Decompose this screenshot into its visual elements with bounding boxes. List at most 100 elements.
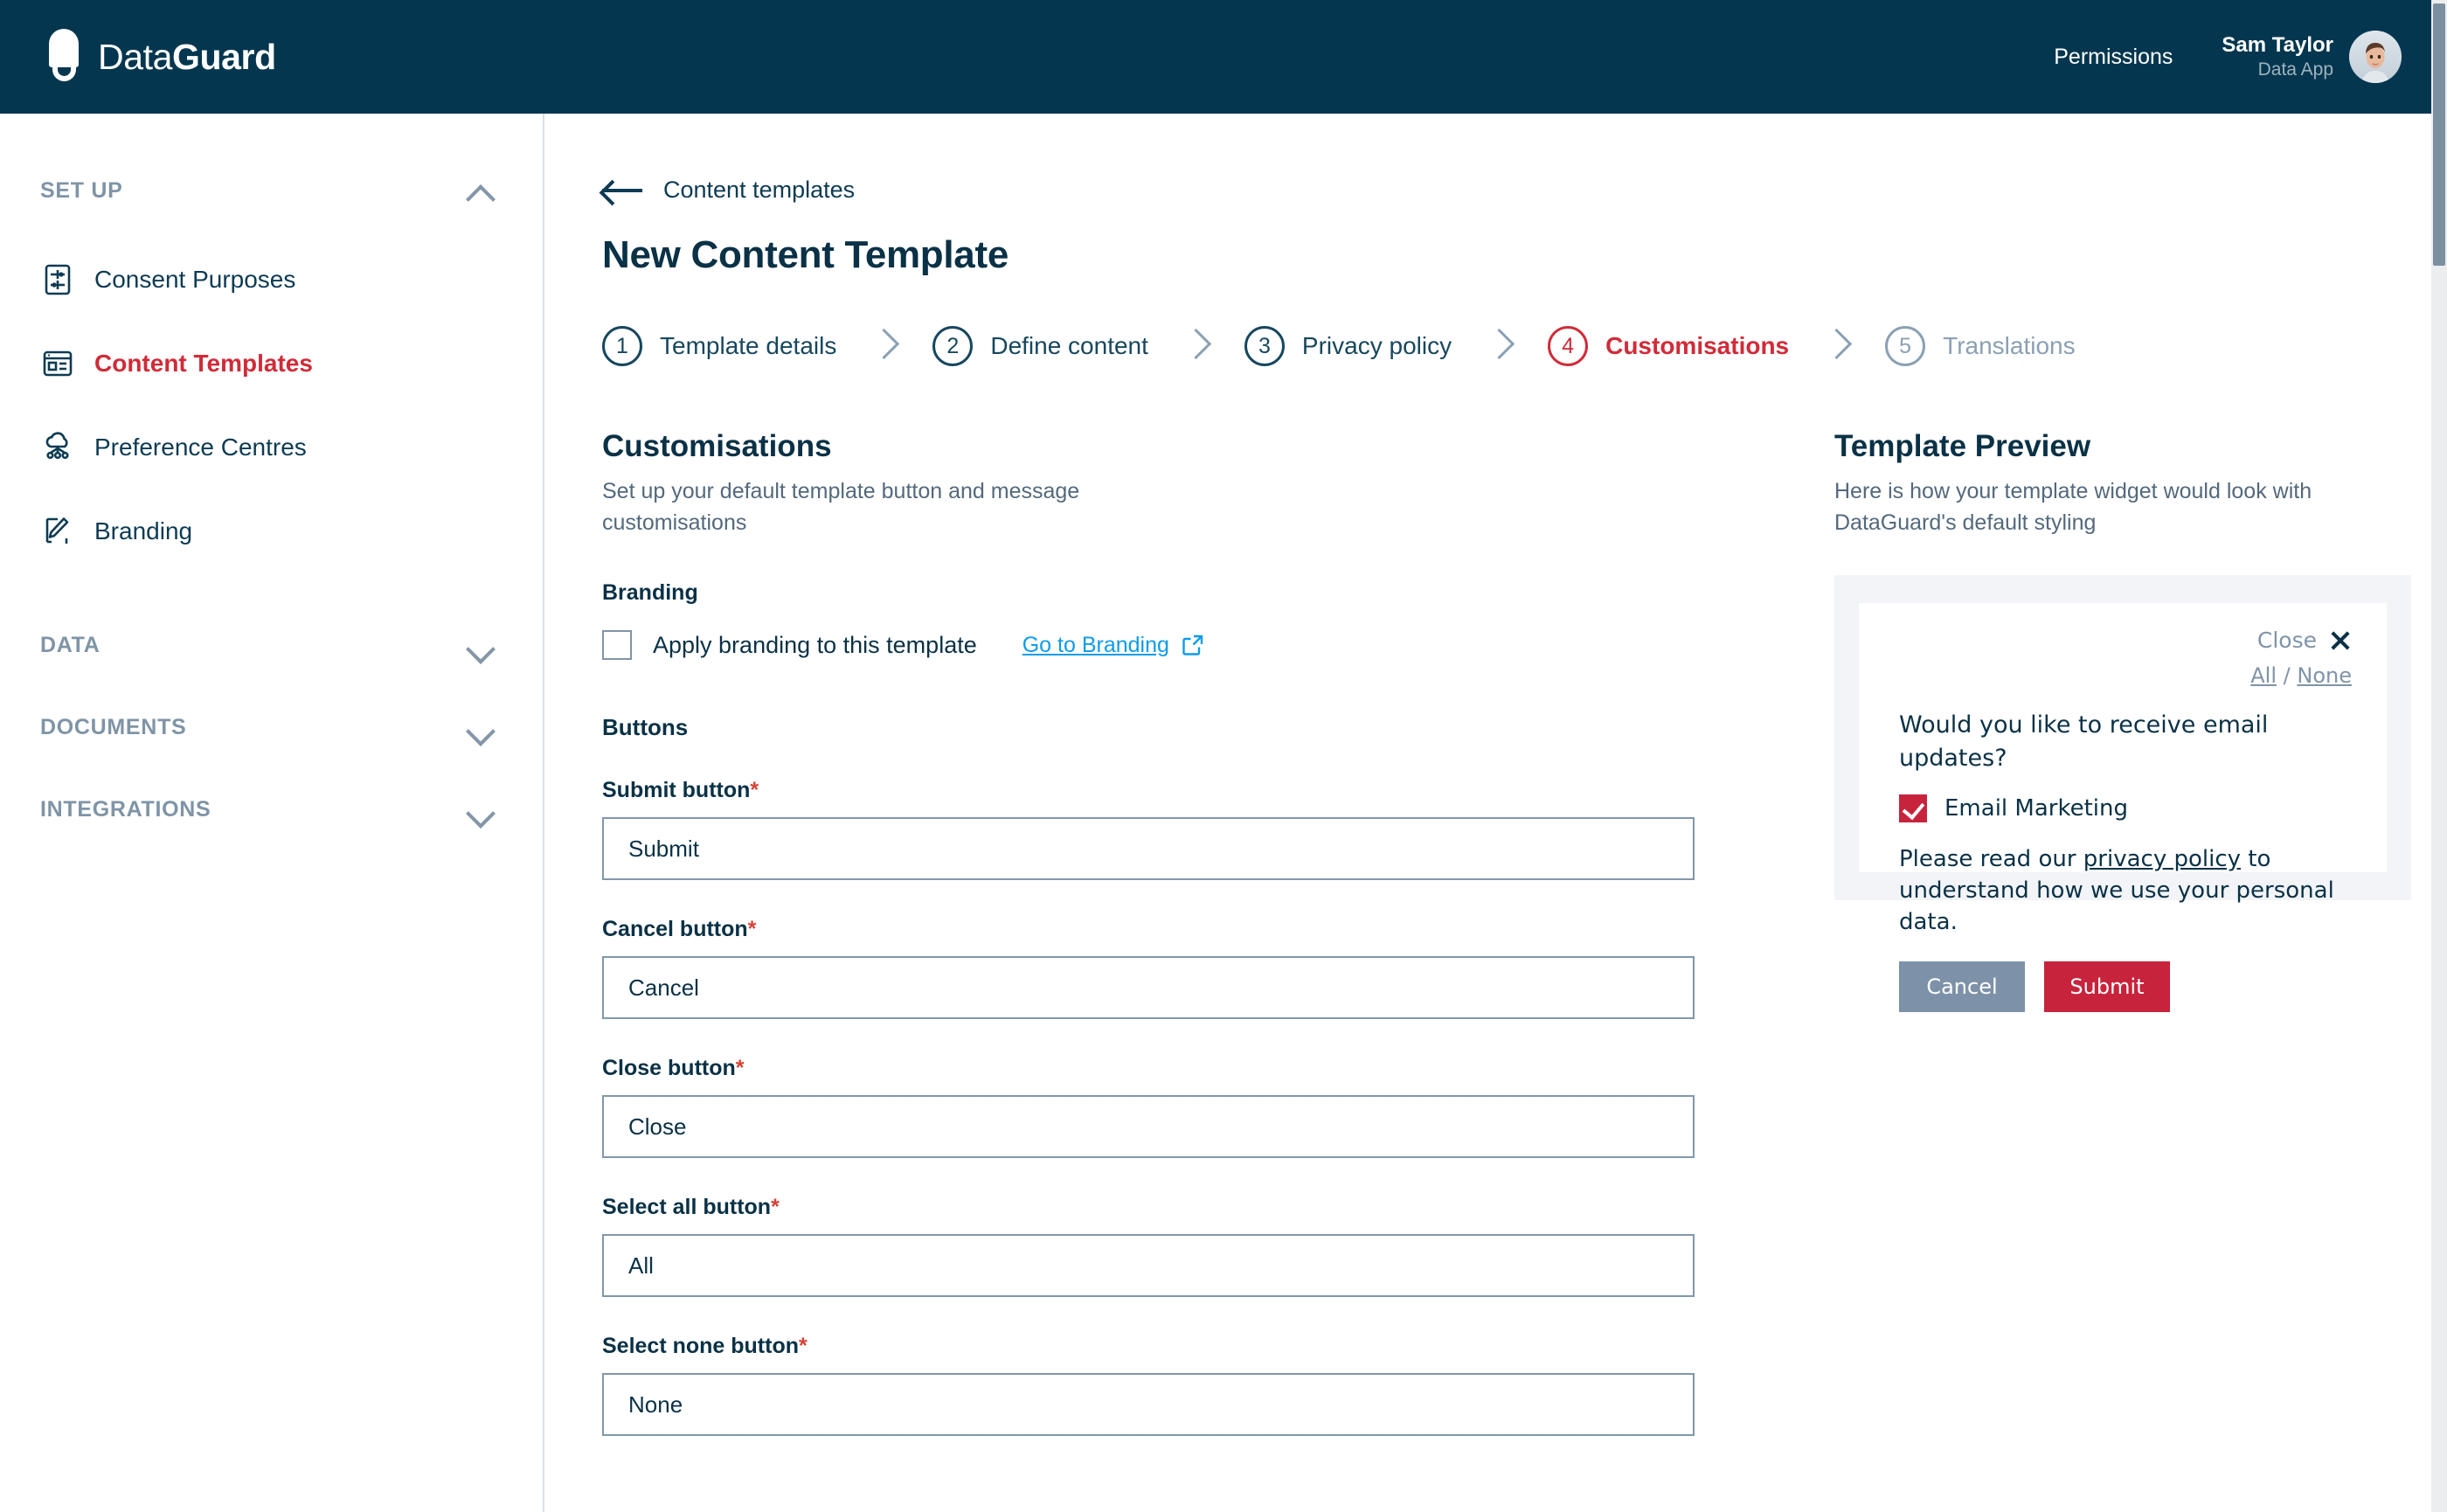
user-names: Sam Taylor Data App [2222, 32, 2333, 81]
widget-purpose-row: Email Marketing [1899, 794, 2352, 822]
sidebar-section-label: DATA [40, 632, 101, 657]
main-content: Content templates New Content Template 1… [544, 114, 2447, 1512]
customisations-title: Customisations [602, 429, 832, 463]
permissions-link[interactable]: Permissions [2054, 45, 2173, 70]
preview-card: Close All / None Would you like to recei… [1834, 575, 2411, 1012]
chevron-down-icon[interactable] [468, 801, 494, 817]
chevron-down-icon[interactable] [468, 637, 494, 653]
widget-policy-text: Please read our privacy policy to unders… [1899, 843, 2352, 939]
select-all-button-input[interactable] [602, 1234, 1695, 1297]
cloud-network-icon [40, 430, 75, 465]
widget-policy-prefix: Please read our [1899, 845, 2083, 872]
field-submit-button: Submit button* [602, 778, 1764, 880]
page-scrollbar-track[interactable] [2431, 0, 2447, 1512]
go-to-branding-link[interactable]: Go to Branding [1022, 633, 1204, 658]
breadcrumb[interactable]: Content templates [602, 177, 2447, 204]
field-label: Select all button* [602, 1195, 780, 1219]
customisations-form: Customisations Set up your default templ… [602, 429, 1764, 1436]
step-number: 3 [1244, 326, 1285, 366]
apply-branding-checkbox[interactable] [602, 630, 632, 660]
brush-icon [40, 514, 75, 549]
widget-question: Would you like to receive email updates? [1899, 711, 2269, 772]
apply-branding-row: Apply branding to this template Go to Br… [602, 630, 1764, 660]
step-label: Customisations [1605, 332, 1790, 359]
field-label: Close button* [602, 1056, 745, 1080]
logo-text-light: Data [98, 36, 173, 77]
widget-purpose-checkbox[interactable] [1899, 794, 1927, 822]
sidebar-section-set-up[interactable]: SET UP [0, 166, 543, 215]
back-arrow-icon[interactable] [602, 177, 644, 204]
logo-text: DataGuard [98, 37, 276, 78]
app-logo[interactable]: DataGuard [45, 29, 276, 85]
app-header: DataGuard Permissions Sam Taylor Data Ap… [0, 0, 2447, 114]
chevron-down-icon[interactable] [468, 719, 494, 735]
widget-close-button[interactable]: Close [1899, 628, 2352, 653]
sidebar-section-label: INTEGRATIONS [40, 796, 211, 822]
sidebar-items-set-up: Consent Purposes Content Templates Prefe… [0, 238, 543, 573]
field-cancel-button: Cancel button* [602, 917, 1764, 1019]
widget-all-none-row: All / None [1899, 663, 2352, 688]
step-customisations[interactable]: 4 Customisations [1548, 326, 1789, 366]
privacy-policy-link[interactable]: privacy policy [2083, 846, 2241, 872]
widget-buttons: Cancel Submit [1899, 961, 2352, 1012]
sidebar-item-label: Preference Centres [94, 433, 307, 461]
branding-group-label: Branding [602, 580, 698, 605]
field-label: Cancel button* [602, 917, 757, 941]
sidebar-section-documents[interactable]: DOCUMENTS [0, 703, 543, 752]
user-role: Data App [2257, 59, 2333, 80]
consent-widget-preview: Close All / None Would you like to recei… [1859, 603, 2387, 1012]
step-separator-icon [1826, 328, 1848, 364]
cancel-button-input[interactable] [602, 956, 1695, 1019]
logo-text-bold: Guard [172, 36, 276, 77]
required-marker: * [747, 917, 757, 941]
breadcrumb-label: Content templates [663, 177, 856, 203]
sidebar-section-data[interactable]: DATA [0, 621, 543, 669]
step-label: Define content [990, 332, 1148, 359]
field-label: Select none button* [602, 1334, 808, 1358]
close-button-input[interactable] [602, 1095, 1695, 1158]
field-label: Submit button* [602, 778, 759, 802]
step-number: 2 [932, 326, 974, 366]
step-number: 5 [1885, 326, 1926, 366]
go-to-branding-label: Go to Branding [1022, 632, 1169, 657]
field-close-button: Close button* [602, 1056, 1764, 1158]
step-separator-icon [1488, 328, 1511, 364]
avatar[interactable] [2349, 31, 2402, 83]
preview-title: Template Preview [1834, 429, 2091, 463]
required-marker: * [771, 1195, 780, 1219]
sidebar-item-content-templates[interactable]: Content Templates [0, 322, 543, 406]
content-columns: Customisations Set up your default templ… [602, 429, 2447, 1436]
widget-cancel-button[interactable]: Cancel [1899, 961, 2025, 1012]
close-icon[interactable] [2329, 629, 2352, 652]
step-translations[interactable]: 5 Translations [1885, 326, 2076, 366]
step-template-details[interactable]: 1 Template details [602, 326, 836, 366]
select-none-button-input[interactable] [602, 1373, 1695, 1436]
sidebar-section-label: SET UP [40, 177, 123, 203]
sidebar-section-integrations[interactable]: INTEGRATIONS [0, 785, 543, 834]
widget-submit-button[interactable]: Submit [2044, 961, 2170, 1012]
sliders-document-icon [40, 262, 75, 297]
required-marker: * [735, 1056, 745, 1080]
user-menu[interactable]: Sam Taylor Data App [2222, 31, 2402, 83]
page-scrollbar-thumb[interactable] [2433, 3, 2445, 266]
sidebar-item-preference-centres[interactable]: Preference Centres [0, 406, 543, 489]
step-label: Template details [660, 332, 837, 359]
submit-button-input[interactable] [602, 817, 1695, 880]
dataguard-shield-icon [45, 29, 82, 85]
user-name: Sam Taylor [2222, 32, 2333, 57]
step-label: Translations [1943, 332, 2076, 359]
sidebar-item-consent-purposes[interactable]: Consent Purposes [0, 238, 543, 322]
widget-select-none-link[interactable]: None [2297, 663, 2352, 688]
field-select-none-button: Select none button* [602, 1334, 1764, 1436]
step-define-content[interactable]: 2 Define content [932, 326, 1148, 366]
widget-select-all-link[interactable]: All [2250, 663, 2277, 688]
chevron-up-icon[interactable] [468, 183, 494, 198]
sidebar-item-branding[interactable]: Branding [0, 489, 543, 573]
template-window-icon [40, 346, 75, 381]
widget-close-label: Close [2256, 628, 2317, 653]
step-privacy-policy[interactable]: 3 Privacy policy [1244, 326, 1452, 366]
page-title: New Content Template [602, 233, 1009, 276]
sidebar-item-label: Content Templates [94, 350, 313, 377]
sidebar: SET UP Consent Purposes Content Template… [0, 114, 544, 1512]
widget-separator: / [2283, 663, 2291, 688]
